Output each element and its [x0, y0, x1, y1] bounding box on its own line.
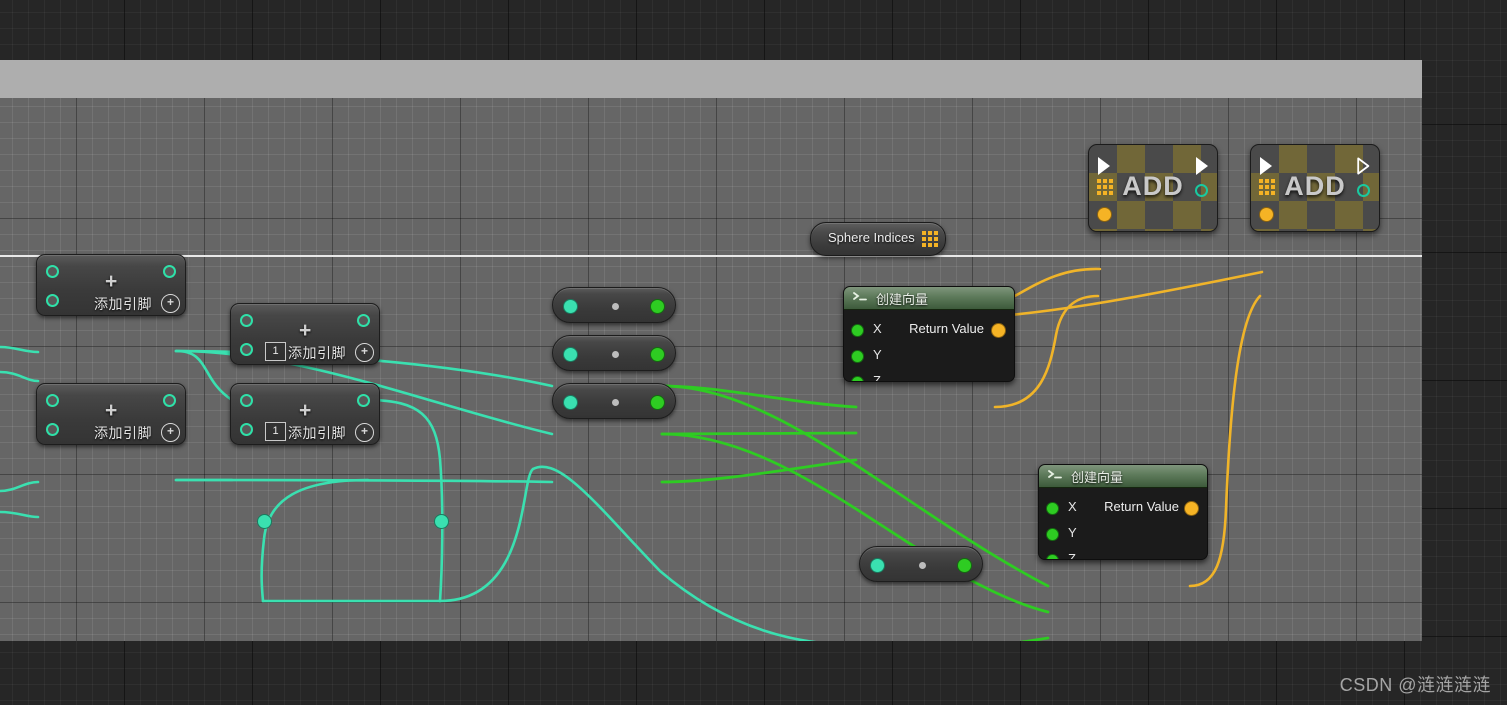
- pin-output[interactable]: [357, 314, 370, 327]
- reroute-knot-1[interactable]: [257, 514, 272, 529]
- node-add-pin-3[interactable]: + 添加引脚 +: [36, 383, 186, 445]
- watermark-text: CSDN @涟涟涟涟: [1339, 675, 1491, 695]
- editor-header-strip: [0, 60, 1422, 98]
- node-add-pin-4[interactable]: + 1 添加引脚 +: [230, 383, 380, 445]
- node-add-pin-2[interactable]: + 1 添加引脚 +: [230, 303, 380, 365]
- pin-input-a[interactable]: [46, 265, 59, 278]
- node-center-dot: [612, 399, 619, 406]
- reroute-knot-2[interactable]: [434, 514, 449, 529]
- pin-input-new-item[interactable]: [1259, 207, 1274, 222]
- node-convert-1[interactable]: [552, 287, 676, 323]
- pin-value-input[interactable]: 1: [265, 342, 286, 361]
- node-center-dot: [612, 303, 619, 310]
- add-pin-label: 添加引脚: [94, 296, 152, 312]
- add-pin-button[interactable]: +: [355, 343, 374, 362]
- graph-horizontal-rule: [0, 255, 1422, 257]
- function-icon: [1048, 470, 1062, 479]
- node-variable-sphere-indices[interactable]: Sphere Indices: [810, 222, 946, 256]
- node-make-vector-2[interactable]: 创建向量 X Y Z Return Value: [1038, 464, 1208, 560]
- pin-label-y: Y: [873, 347, 882, 362]
- plus-glyph: +: [299, 319, 312, 342]
- pin-input-a[interactable]: [240, 394, 253, 407]
- add-pin-button[interactable]: +: [161, 423, 180, 442]
- pin-label-z: Z: [873, 373, 881, 382]
- pin-label-return-value: Return Value: [909, 321, 984, 336]
- pin-input-y[interactable]: [851, 350, 864, 363]
- pin-label-y: Y: [1068, 525, 1077, 540]
- add-pin-button[interactable]: +: [355, 423, 374, 442]
- node-add-pin-1[interactable]: + 添加引脚 +: [36, 254, 186, 316]
- node-add-2[interactable]: ADD: [1250, 144, 1380, 232]
- node-convert-2[interactable]: [552, 335, 676, 371]
- pin-output[interactable]: [357, 394, 370, 407]
- pin-output[interactable]: [650, 347, 665, 362]
- node-title: 创建向量: [876, 292, 929, 307]
- blueprint-graph-canvas[interactable]: + 添加引脚 + + 1 添加引脚 + + 添加引脚 + + 1 添加引脚 + …: [0, 98, 1422, 641]
- pin-input-z[interactable]: [851, 376, 864, 381]
- pin-value-input[interactable]: 1: [265, 422, 286, 441]
- node-title: 创建向量: [1071, 470, 1124, 485]
- add-pin-button[interactable]: +: [161, 294, 180, 313]
- node-make-vector-1[interactable]: 创建向量 X Y Z Return Value: [843, 286, 1015, 382]
- array-grid-icon: [922, 231, 938, 247]
- node-convert-4[interactable]: [859, 546, 983, 582]
- node-convert-3[interactable]: [552, 383, 676, 419]
- pin-output-return-value[interactable]: [991, 323, 1006, 338]
- pin-output[interactable]: [650, 395, 665, 410]
- add-pin-label: 添加引脚: [94, 425, 152, 441]
- pin-output-return-value[interactable]: [1184, 501, 1199, 516]
- add-pin-label: 添加引脚: [288, 345, 346, 361]
- pin-label-x: X: [1068, 499, 1077, 514]
- pin-label-return-value: Return Value: [1104, 499, 1179, 514]
- pin-input-b[interactable]: [240, 423, 253, 436]
- plus-glyph: +: [105, 399, 118, 422]
- plus-glyph: +: [299, 399, 312, 422]
- node-label: ADD: [1284, 171, 1346, 201]
- pin-label-z: Z: [1068, 551, 1076, 560]
- pin-output[interactable]: [163, 394, 176, 407]
- pin-label-x: X: [873, 321, 882, 336]
- pin-output[interactable]: [957, 558, 972, 573]
- pin-input-new-item[interactable]: [1097, 207, 1112, 222]
- node-add-1[interactable]: ADD: [1088, 144, 1218, 232]
- pin-input[interactable]: [870, 558, 885, 573]
- pin-output[interactable]: [163, 265, 176, 278]
- pin-input-x[interactable]: [1046, 502, 1059, 515]
- node-center-dot: [919, 562, 926, 569]
- pin-input-a[interactable]: [240, 314, 253, 327]
- plus-glyph: +: [105, 270, 118, 293]
- node-label: ADD: [1122, 171, 1184, 201]
- node-title-bar: 创建向量: [1039, 465, 1207, 488]
- pin-output[interactable]: [650, 299, 665, 314]
- pin-input-x[interactable]: [851, 324, 864, 337]
- pin-input[interactable]: [563, 299, 578, 314]
- function-icon: [853, 292, 867, 301]
- pin-input-b[interactable]: [46, 294, 59, 307]
- pin-input-a[interactable]: [46, 394, 59, 407]
- variable-label: Sphere Indices: [828, 230, 915, 245]
- pin-input[interactable]: [563, 347, 578, 362]
- pin-input[interactable]: [563, 395, 578, 410]
- node-title-bar: 创建向量: [844, 287, 1014, 310]
- pin-input-b[interactable]: [46, 423, 59, 436]
- pin-input-y[interactable]: [1046, 528, 1059, 541]
- pin-input-b[interactable]: [240, 343, 253, 356]
- pin-input-z[interactable]: [1046, 554, 1059, 559]
- add-pin-label: 添加引脚: [288, 425, 346, 441]
- node-center-dot: [612, 351, 619, 358]
